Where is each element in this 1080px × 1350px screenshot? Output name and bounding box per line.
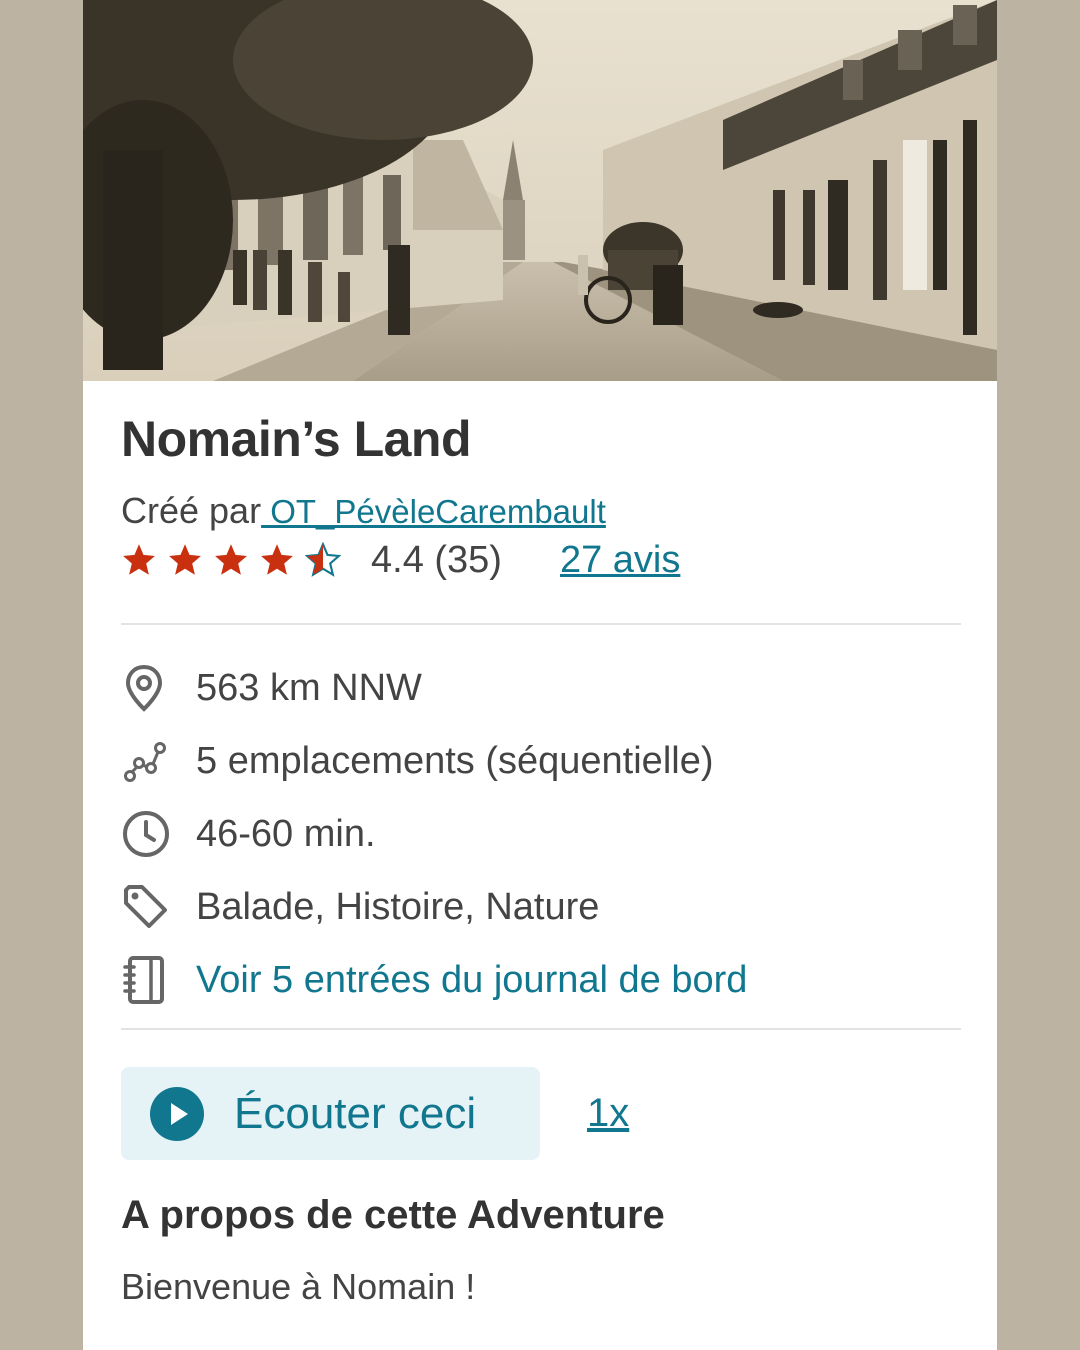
play-icon: [150, 1086, 204, 1141]
tags-row: Balade, Histoire, Nature: [121, 882, 961, 932]
star-full-icon: [261, 544, 293, 575]
locations-text: 5 emplacements (séquentielle): [196, 739, 714, 782]
location-pin-icon: [121, 663, 175, 713]
clock-icon: [121, 809, 175, 859]
journal-link[interactable]: Voir 5 entrées du journal de bord: [196, 959, 747, 1002]
duration-text: 46-60 min.: [196, 812, 376, 855]
reviews-link[interactable]: 27 avis: [560, 539, 680, 582]
playback-speed-link[interactable]: 1x: [587, 1091, 629, 1136]
journal-icon: [121, 955, 175, 1005]
adventure-details: Nomain’s Land Créé par OT_PévèleCarembau…: [121, 381, 961, 1308]
route-icon: [121, 736, 175, 786]
star-full-icon: [123, 544, 155, 575]
adventure-card: Nomain’s Land Créé par OT_PévèleCarembau…: [83, 0, 997, 1350]
creator-line: Créé par OT_PévèleCarembault: [121, 491, 961, 532]
star-full-icon: [169, 544, 201, 575]
about-heading: A propos de cette Adventure: [121, 1193, 665, 1237]
duration-row: 46-60 min.: [121, 809, 961, 859]
divider: [121, 1028, 961, 1030]
hero-image: [83, 0, 997, 381]
page-title: Nomain’s Land: [121, 411, 472, 467]
adventure-meta-list: 563 km NNW 5 emplacements (séquentielle): [121, 663, 961, 1005]
distance-row: 563 km NNW: [121, 663, 961, 713]
rating-row: 4.4 (35) 27 avis: [121, 538, 961, 582]
audio-controls: Écouter ceci 1x: [121, 1067, 961, 1160]
distance-text: 563 km NNW: [196, 666, 422, 709]
listen-button-label: Écouter ceci: [234, 1088, 477, 1138]
divider: [121, 623, 961, 625]
rating-score: 4.4 (35): [371, 538, 502, 581]
locations-row: 5 emplacements (séquentielle): [121, 736, 961, 786]
created-by-label: Créé par: [121, 490, 262, 531]
listen-button[interactable]: Écouter ceci: [121, 1067, 540, 1160]
star-full-icon: [215, 544, 247, 575]
tag-icon: [121, 882, 175, 932]
star-rating: [121, 542, 343, 578]
journal-row[interactable]: Voir 5 entrées du journal de bord: [121, 955, 961, 1005]
about-text: Bienvenue à Nomain !: [121, 1266, 476, 1307]
tags-text: Balade, Histoire, Nature: [196, 885, 600, 928]
star-half-icon: [305, 542, 341, 577]
creator-link[interactable]: OT_PévèleCarembault: [261, 493, 606, 530]
vintage-street-photo: [83, 0, 997, 381]
